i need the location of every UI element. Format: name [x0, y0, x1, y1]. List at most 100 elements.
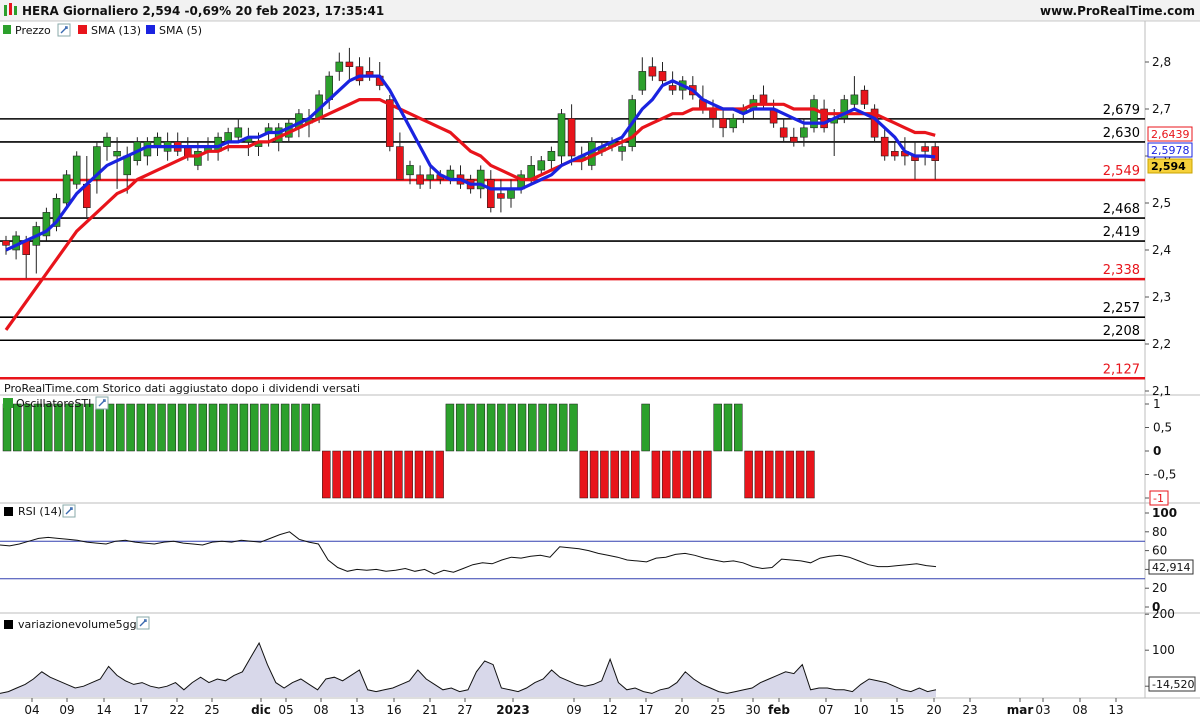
time-tick-label: 27	[457, 703, 472, 717]
legend-sma13: SMA (13)	[91, 24, 141, 37]
level-label: 2,630	[1103, 126, 1140, 141]
rsi-line	[0, 531, 937, 575]
oscillator-bar	[64, 403, 74, 452]
last-value-label: 2,594	[1151, 160, 1186, 173]
time-tick-label: 15	[889, 703, 904, 717]
candle-body	[537, 160, 546, 171]
price-axis: 2,12,22,32,42,52,62,72,8	[1145, 55, 1171, 398]
oscillator-bar	[85, 403, 94, 452]
rsi-tick-label: 100	[1152, 506, 1177, 520]
candle-body	[890, 151, 899, 157]
time-tick-label: 17	[133, 703, 148, 717]
oscillator-bar	[703, 450, 712, 499]
price-footnote: ProRealTime.com Storico dati aggiustato …	[4, 382, 360, 395]
candle-body	[406, 165, 414, 176]
legend-prezzo: Prezzo	[15, 24, 51, 37]
time-tick-label: 20	[674, 703, 689, 717]
time-tick-label: 14	[96, 703, 111, 717]
volume-panel: 0100200-14,520 variazionevolume5gg	[0, 607, 1196, 697]
oscillator-bar	[239, 403, 249, 452]
candle-body	[719, 118, 727, 129]
oscillator-bar	[579, 450, 589, 499]
candle-body	[668, 85, 677, 91]
oscillator-bar	[734, 403, 743, 452]
oscillator-bar	[116, 403, 125, 452]
oscillator-bar	[311, 403, 321, 452]
level-label: 2,679	[1103, 103, 1140, 118]
wrench-icon[interactable]	[136, 616, 150, 630]
time-tick-label: 25	[710, 703, 725, 717]
oscillator-bar	[414, 450, 424, 499]
oscillator-bar	[352, 450, 362, 499]
wrench-icon[interactable]	[62, 504, 76, 518]
candle-body	[921, 146, 929, 152]
sma5-legend-icon	[146, 25, 155, 34]
oscillator-bar	[383, 450, 393, 499]
price-sma-lines	[4, 74, 936, 331]
oscillator-bar	[373, 450, 383, 499]
candle-body	[345, 61, 354, 67]
oscillator-bar	[764, 450, 774, 499]
level-label: 2,468	[1103, 202, 1140, 217]
time-axis: 04 09 14 17 22 25 dic 05 08 13 16 21 27 2023 09 12 17 20 2…	[24, 698, 1124, 717]
time-tick-label: 04	[24, 703, 39, 717]
level-label: 2,127	[1103, 362, 1140, 377]
candle-body	[547, 151, 556, 162]
chart-canvas: HERA Giornaliero 2,594 -0,69% 20 feb 202…	[0, 0, 1200, 717]
brand-link[interactable]: www.ProRealTime.com	[1040, 4, 1195, 18]
rsi-tick-label: 20	[1152, 581, 1167, 595]
wrench-icon[interactable]	[57, 23, 71, 37]
oscillator-bar	[744, 450, 753, 499]
oscillator-bar	[713, 403, 722, 452]
oscillator-bar	[167, 403, 177, 452]
oscillator-bar	[631, 450, 640, 499]
oscillator-bar	[291, 403, 300, 452]
oscillator-bar	[260, 403, 269, 452]
candle-body	[800, 127, 808, 138]
candle-body	[779, 127, 788, 138]
time-tick-label: 23	[962, 703, 977, 717]
price-tick-label: 2,5	[1152, 196, 1171, 210]
time-tick-label: 20	[926, 703, 941, 717]
rsi-tick-label: 80	[1152, 525, 1167, 539]
oscillator-bar	[682, 450, 692, 499]
candle-body	[497, 193, 505, 199]
panels-frame	[0, 21, 1200, 699]
oscillator-bar	[507, 403, 516, 452]
oscillator-bar	[301, 403, 310, 452]
price-tick-label: 2,4	[1152, 243, 1171, 257]
oscillator-bar	[661, 450, 671, 499]
time-tick-label: 07	[818, 703, 833, 717]
candle-body	[648, 66, 657, 77]
price-tick-label: 2,7	[1152, 102, 1171, 116]
level-label: 2,549	[1103, 164, 1140, 179]
oscillator-bar	[105, 403, 115, 452]
price-candles	[2, 47, 940, 279]
time-tick-label: 30	[745, 703, 760, 717]
candle-body	[113, 151, 121, 157]
last-value-label: 2,5978	[1151, 144, 1190, 157]
oscillator-bar	[435, 450, 444, 499]
price-legend: Prezzo SMA (13) SMA (5)	[3, 23, 202, 37]
rsi-lines	[0, 531, 1145, 580]
time-tick-label: 13	[349, 703, 364, 717]
wrench-icon[interactable]	[95, 396, 109, 410]
oscillator-bar	[651, 450, 661, 499]
level-label: 2,419	[1103, 225, 1140, 240]
candle-body	[789, 136, 798, 143]
oscillator-bar	[95, 403, 104, 452]
candle-body	[638, 71, 647, 91]
candle-body	[618, 146, 626, 152]
candle-body	[103, 136, 111, 147]
oscillator-bar	[270, 403, 280, 452]
volume-tick-label: 200	[1152, 607, 1175, 621]
oscillator-tick-label: 0,5	[1153, 421, 1172, 435]
time-tick-label: feb	[768, 703, 790, 717]
oscillator-bar	[54, 403, 63, 452]
oscillator-bar	[806, 450, 815, 499]
oscillator-bar	[157, 403, 166, 452]
oscillator-bar	[198, 403, 207, 452]
time-tick-label: 12	[602, 703, 617, 717]
oscillator-bar	[641, 403, 650, 452]
volume-area	[0, 641, 937, 697]
